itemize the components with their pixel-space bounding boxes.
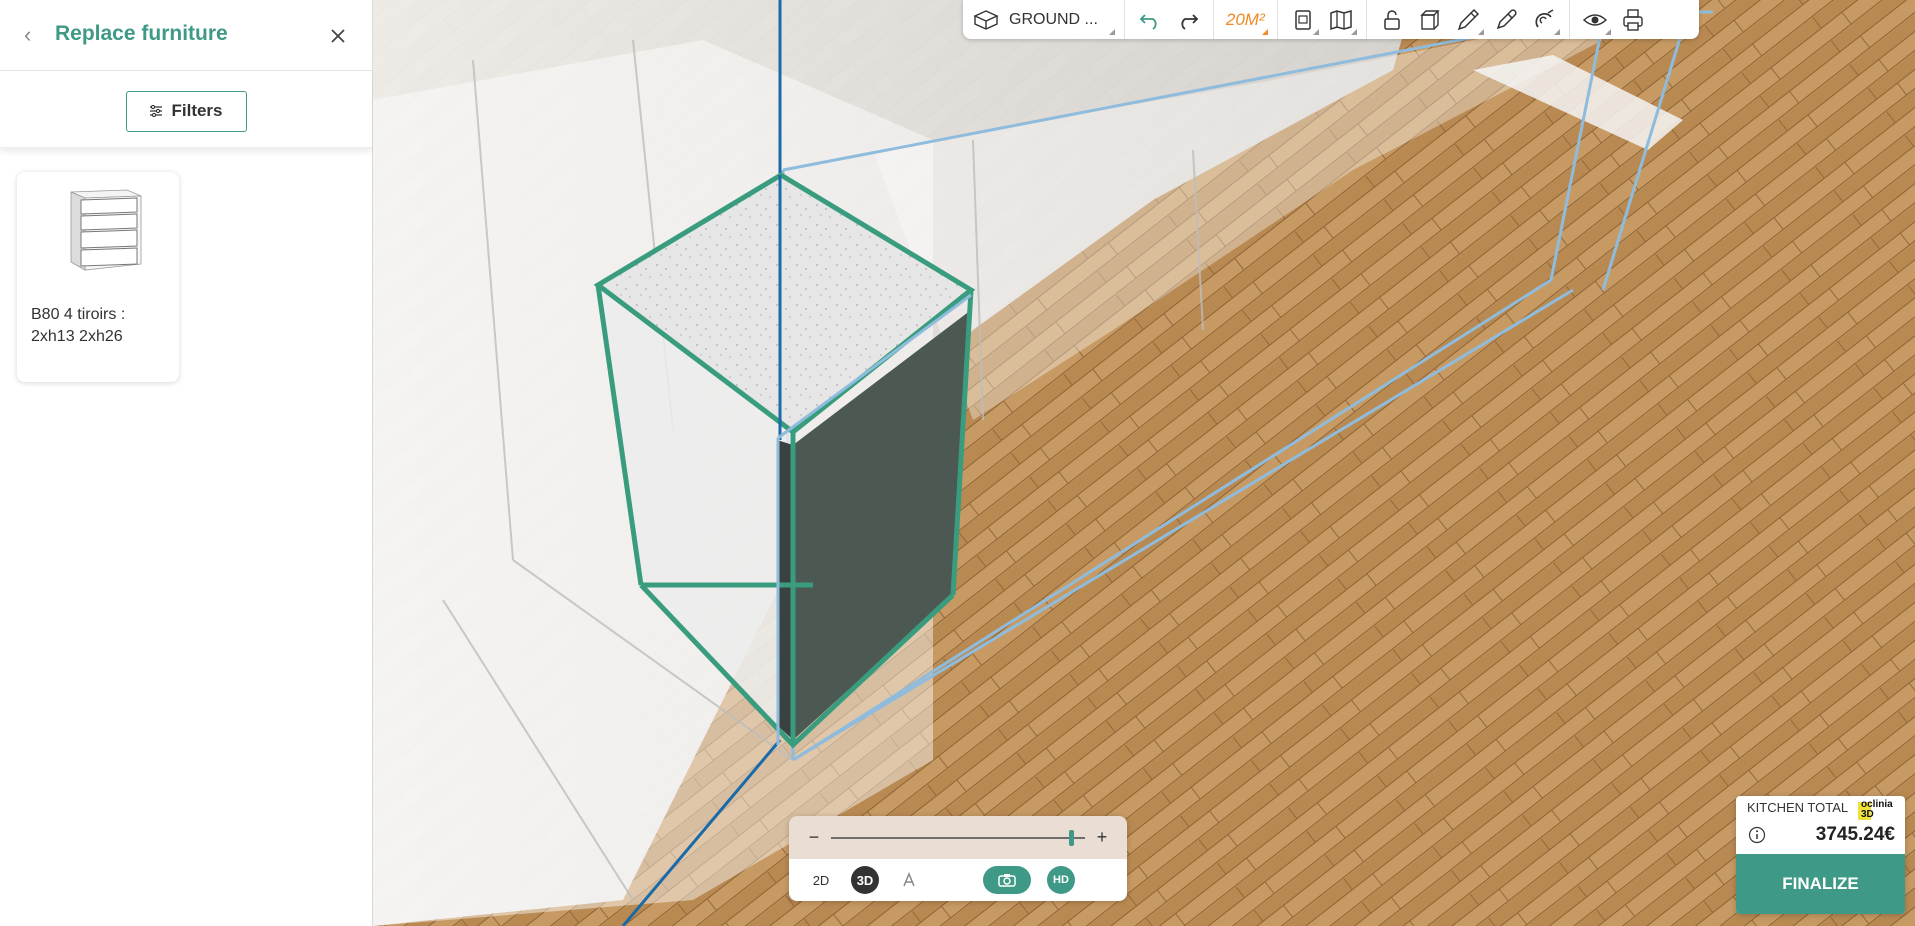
- area-group: 20M²: [1214, 0, 1278, 39]
- printer-icon: [1622, 8, 1643, 31]
- realistic-view-button[interactable]: [891, 866, 927, 894]
- zoom-slider-track: [831, 836, 1085, 839]
- zoom-in-button[interactable]: +: [1095, 827, 1109, 848]
- total-label: KITCHEN TOTAL: [1747, 800, 1849, 815]
- kitchen-total-box: KITCHEN TOTAL oclinia 3D 3745.24€ FINALI…: [1736, 796, 1905, 914]
- history-group: [1125, 0, 1214, 39]
- eyedropper-button[interactable]: [1487, 2, 1525, 38]
- floor-group: GROUND ...: [963, 0, 1125, 39]
- panel-header: ‹ Replace furniture: [0, 0, 372, 71]
- total-price: 3745.24€: [1815, 824, 1895, 845]
- zoom-slider[interactable]: [831, 828, 1085, 848]
- filter-bar: Filters: [0, 71, 372, 148]
- cube-icon: [1419, 9, 1440, 30]
- info-icon[interactable]: [1748, 826, 1766, 844]
- close-icon[interactable]: [326, 24, 350, 48]
- dropdown-corner-icon: [1261, 28, 1268, 35]
- visibility-button[interactable]: [1576, 2, 1614, 38]
- dropdown-corner-icon: [1108, 28, 1115, 35]
- dropdown-corner-icon: [1604, 28, 1611, 35]
- panel-title: Replace furniture: [55, 22, 228, 45]
- replace-furniture-panel: ‹ Replace furniture Filters B80 4 tiroir…: [0, 0, 373, 926]
- top-toolbar: GROUND ... 20M²: [963, 0, 1699, 39]
- back-chevron-icon[interactable]: ‹: [24, 24, 44, 46]
- zoom-row: − +: [789, 816, 1127, 859]
- brand-logo-text: oclinia 3D: [1861, 799, 1893, 820]
- brand-logo: oclinia 3D: [1858, 800, 1898, 822]
- map-button[interactable]: [1322, 2, 1360, 38]
- lock-button[interactable]: [1373, 2, 1411, 38]
- undo-button[interactable]: [1131, 2, 1169, 38]
- print-button[interactable]: [1614, 2, 1652, 38]
- document-group: [1278, 0, 1367, 39]
- magnet-button[interactable]: [1525, 2, 1563, 38]
- mode-row: 2D 3D HD: [789, 859, 1127, 901]
- dropdown-corner-icon: [1477, 28, 1484, 35]
- zoom-out-button[interactable]: −: [807, 827, 821, 848]
- undo-icon: [1139, 13, 1157, 30]
- floor-plan-button[interactable]: GROUND ...: [969, 2, 1118, 38]
- 3d-mode-button[interactable]: 3D: [851, 866, 879, 894]
- measure-button[interactable]: [1449, 2, 1487, 38]
- dropdown-corner-icon: [1350, 28, 1357, 35]
- dropdown-corner-icon: [1553, 28, 1560, 35]
- a-letter-icon: [903, 872, 915, 887]
- eyedropper-icon: [1496, 8, 1517, 29]
- camera-icon: [998, 874, 1016, 887]
- furniture-card-label: B80 4 tiroirs : 2xh13 2xh26: [31, 306, 126, 345]
- zoom-slider-thumb[interactable]: [1069, 829, 1075, 846]
- 2d-mode-button[interactable]: 2D: [803, 866, 839, 894]
- hd-render-button[interactable]: HD: [1047, 866, 1075, 894]
- redo-icon: [1181, 13, 1199, 30]
- area-label: 20M²: [1225, 9, 1265, 29]
- sliders-icon: [150, 105, 163, 117]
- finalize-button[interactable]: FINALIZE: [1736, 854, 1905, 914]
- 3d-box-button[interactable]: [1411, 2, 1449, 38]
- unlock-icon: [1383, 9, 1400, 30]
- drawer-cabinet-thumbnail: [70, 189, 142, 271]
- kitchen-3d-scene: [373, 0, 1915, 926]
- floor-label: GROUND ...: [1009, 10, 1098, 28]
- document-button[interactable]: [1284, 2, 1322, 38]
- 3d-viewport[interactable]: GROUND ... 20M² − + 2D 3D HD KITCHEN TOT…: [373, 0, 1915, 926]
- filters-button[interactable]: Filters: [125, 90, 247, 132]
- area-button[interactable]: 20M²: [1220, 2, 1271, 38]
- redo-button[interactable]: [1169, 2, 1207, 38]
- filters-label: Filters: [171, 101, 223, 120]
- view-controls: − + 2D 3D HD: [789, 816, 1127, 901]
- view-group: [1570, 0, 1658, 39]
- dropdown-corner-icon: [1312, 28, 1319, 35]
- floor-cube-icon: [973, 9, 999, 30]
- edit-tools-group: [1367, 0, 1570, 39]
- furniture-card[interactable]: B80 4 tiroirs : 2xh13 2xh26: [17, 172, 179, 382]
- total-summary: KITCHEN TOTAL oclinia 3D 3745.24€: [1736, 796, 1905, 854]
- screenshot-button[interactable]: [983, 866, 1031, 894]
